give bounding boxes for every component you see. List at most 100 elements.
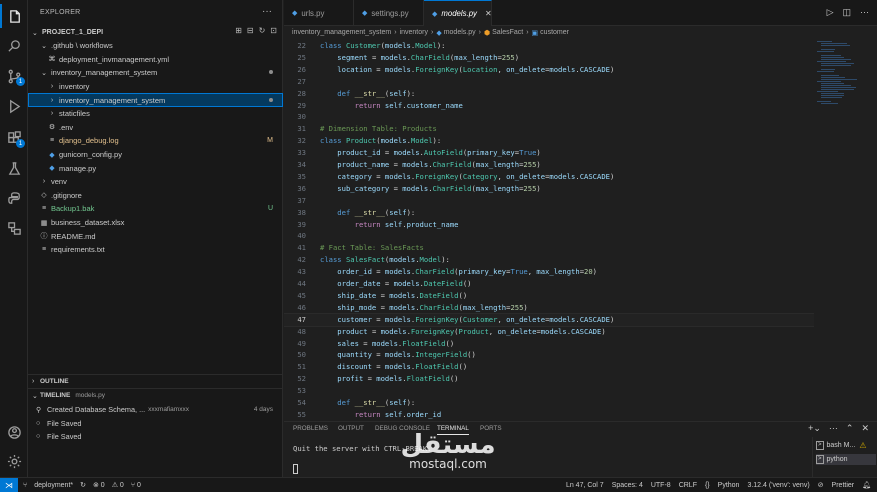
code-line[interactable]: 39 return self.product_name bbox=[284, 219, 814, 231]
code-line[interactable]: 51 discount = models.FloatField() bbox=[284, 361, 814, 373]
new-terminal-icon[interactable]: +⌄ bbox=[808, 423, 821, 434]
explorer-more-button[interactable]: ··· bbox=[262, 6, 272, 17]
breadcrumb-item[interactable]: inventory_management_system bbox=[292, 29, 391, 36]
run-debug-icon[interactable] bbox=[0, 94, 28, 118]
error-count[interactable]: ⊗ 0 bbox=[93, 481, 105, 489]
tree-item[interactable]: ≡ requirements.txt bbox=[28, 243, 283, 257]
code-line[interactable]: 28 def __str__(self): bbox=[284, 88, 814, 100]
new-folder-icon[interactable]: ⊟ bbox=[247, 26, 254, 35]
cursor-position[interactable]: Ln 47, Col 7 bbox=[566, 482, 604, 489]
code-line[interactable]: 33 product_id = models.AutoField(primary… bbox=[284, 147, 814, 159]
tree-item[interactable]: ⌄ .github \ workflows bbox=[28, 39, 283, 53]
code-line[interactable]: 38 def __str__(self): bbox=[284, 207, 814, 219]
prettier-status[interactable]: Prettier bbox=[832, 482, 855, 489]
code-line[interactable]: 27 bbox=[284, 76, 814, 88]
breadcrumb-item[interactable]: models.py bbox=[444, 29, 476, 36]
timeline-item[interactable]: ○ File Saved bbox=[28, 417, 283, 430]
code-line[interactable]: 35 category = models.ForeignKey(Category… bbox=[284, 171, 814, 183]
code-line[interactable]: 52 profit = models.FloatField() bbox=[284, 373, 814, 385]
close-icon[interactable]: ✕ bbox=[485, 9, 492, 18]
code-line[interactable]: 43 order_id = models.CharField(primary_k… bbox=[284, 266, 814, 278]
code-line[interactable]: 22 class Customer(models.Model): bbox=[284, 40, 814, 52]
more-actions-icon[interactable]: ··· bbox=[829, 423, 838, 434]
code-editor[interactable]: 22 class Customer(models.Model): 25 segmen… bbox=[284, 39, 814, 419]
tree-item[interactable]: ⌘ deployment_invmanagement.yml bbox=[28, 53, 283, 67]
code-line[interactable]: 53 bbox=[284, 385, 814, 397]
source-control-icon[interactable]: 1 bbox=[0, 64, 28, 88]
tree-item[interactable]: ≡ Backup1.bak U bbox=[28, 202, 283, 216]
ports-count[interactable]: ⑂ 0 bbox=[131, 482, 141, 489]
language-mode[interactable]: Python bbox=[718, 482, 740, 489]
code-line[interactable]: 37 bbox=[284, 195, 814, 207]
tab-settings[interactable]: ◆ settings.py bbox=[354, 0, 424, 26]
code-line[interactable]: 36 sub_category = models.CharField(max_l… bbox=[284, 183, 814, 195]
tree-item[interactable]: ⌄ inventory_management_system bbox=[28, 66, 283, 80]
search-icon[interactable] bbox=[0, 34, 28, 58]
tree-item[interactable]: › venv bbox=[28, 175, 283, 189]
tab-output[interactable]: OUTPUT bbox=[338, 425, 364, 432]
breadcrumb-item[interactable]: customer bbox=[540, 29, 569, 36]
tree-item[interactable]: ◆ manage.py bbox=[28, 161, 283, 175]
remote-explorer-icon[interactable] bbox=[0, 216, 28, 240]
maximize-icon[interactable]: ⌃ bbox=[846, 423, 854, 434]
tree-item[interactable]: ⚙ .env bbox=[28, 121, 283, 135]
new-file-icon[interactable]: ⊞ bbox=[235, 26, 242, 35]
terminal-item-bash[interactable]: > bash M... ⚠ bbox=[816, 440, 876, 451]
code-line[interactable]: 41 # Fact Table: SalesFacts bbox=[284, 242, 814, 254]
tab-urls[interactable]: ◆ urls.py bbox=[284, 0, 354, 26]
code-line[interactable]: 45 ship_date = models.DateField() bbox=[284, 290, 814, 302]
account-icon[interactable] bbox=[0, 420, 28, 444]
timeline-item[interactable]: ○ File Saved bbox=[28, 430, 283, 443]
extensions-icon[interactable]: 1 bbox=[0, 126, 28, 150]
more-actions-icon[interactable]: ··· bbox=[860, 7, 869, 18]
notifications-icon[interactable]: 🔔︎ bbox=[862, 481, 871, 489]
line-ending[interactable]: CRLF bbox=[679, 482, 697, 489]
sync-icon[interactable]: ↻ bbox=[80, 481, 86, 489]
tree-item[interactable]: › inventory bbox=[28, 80, 283, 94]
code-line[interactable]: 48 product = models.ForeignKey(Product, … bbox=[284, 326, 814, 338]
tree-item[interactable]: › staticfiles bbox=[28, 107, 283, 121]
code-line[interactable]: 46 ship_mode = models.CharField(max_leng… bbox=[284, 302, 814, 314]
encoding[interactable]: UTF-8 bbox=[651, 482, 671, 489]
explorer-icon[interactable] bbox=[0, 4, 28, 28]
outline-section[interactable]: › OUTLINE bbox=[28, 374, 283, 388]
code-line[interactable]: 55 return self.order_id bbox=[284, 409, 814, 419]
close-icon[interactable]: ✕ bbox=[861, 423, 869, 434]
indentation[interactable]: Spaces: 4 bbox=[612, 482, 643, 489]
tab-models[interactable]: ◆ models.py ✕ bbox=[424, 0, 492, 26]
breadcrumb-item[interactable]: inventory bbox=[400, 29, 428, 36]
code-line[interactable]: 40 bbox=[284, 230, 814, 242]
timeline-item[interactable]: ⚲ Created Database Schema, ... xxxmafiamxx… bbox=[28, 403, 283, 416]
code-line[interactable]: 32 class Product(models.Model): bbox=[284, 135, 814, 147]
tree-item[interactable]: ⓘ README.md bbox=[28, 229, 283, 243]
tree-item[interactable]: ▦ business_dataset.xlsx bbox=[28, 216, 283, 230]
run-icon[interactable]: ▷ bbox=[827, 7, 834, 18]
tree-item[interactable]: › inventory_management_system bbox=[28, 93, 283, 107]
code-line[interactable]: 47 customer = models.ForeignKey(Customer… bbox=[284, 312, 814, 327]
terminal-item-python[interactable]: > python bbox=[816, 454, 876, 465]
timeline-section[interactable]: ⌄ TIMELINE models.py bbox=[28, 388, 283, 402]
tree-item[interactable]: ◆ gunicorn_config.py bbox=[28, 148, 283, 162]
warning-count[interactable]: ⚠ 0 bbox=[112, 481, 124, 489]
code-line[interactable]: 34 product_name = models.CharField(max_l… bbox=[284, 159, 814, 171]
code-line[interactable]: 42 class SalesFact(models.Model): bbox=[284, 254, 814, 266]
code-line[interactable]: 25 segment = models.CharField(max_length… bbox=[284, 52, 814, 64]
refresh-icon[interactable]: ↻ bbox=[259, 26, 266, 35]
code-line[interactable]: 29 return self.customer_name bbox=[284, 100, 814, 112]
tree-item[interactable]: ≡ django_debug.log M bbox=[28, 134, 283, 148]
remote-indicator-icon[interactable]: ⋊ bbox=[0, 477, 18, 492]
testing-icon[interactable] bbox=[0, 156, 28, 180]
code-line[interactable]: 30 bbox=[284, 111, 814, 123]
code-line[interactable]: 31 # Dimension Table: Products bbox=[284, 123, 814, 135]
interpreter[interactable]: 3.12.4 ('venv': venv) bbox=[747, 482, 809, 489]
code-line[interactable]: 44 order_date = models.DateField() bbox=[284, 278, 814, 290]
python-icon[interactable] bbox=[0, 186, 28, 210]
collapse-all-icon[interactable]: ⊡ bbox=[270, 26, 277, 35]
code-line[interactable]: 26 location = models.ForeignKey(Location… bbox=[284, 64, 814, 76]
breadcrumb-item[interactable]: SalesFact bbox=[492, 29, 523, 36]
code-line[interactable]: 54 def __str__(self): bbox=[284, 397, 814, 409]
split-editor-icon[interactable]: ◫ bbox=[842, 7, 851, 18]
code-line[interactable]: 49 sales = models.FloatField() bbox=[284, 338, 814, 350]
tree-item[interactable]: ◇ .gitignore bbox=[28, 189, 283, 203]
manage-gear-icon[interactable] bbox=[0, 449, 28, 473]
